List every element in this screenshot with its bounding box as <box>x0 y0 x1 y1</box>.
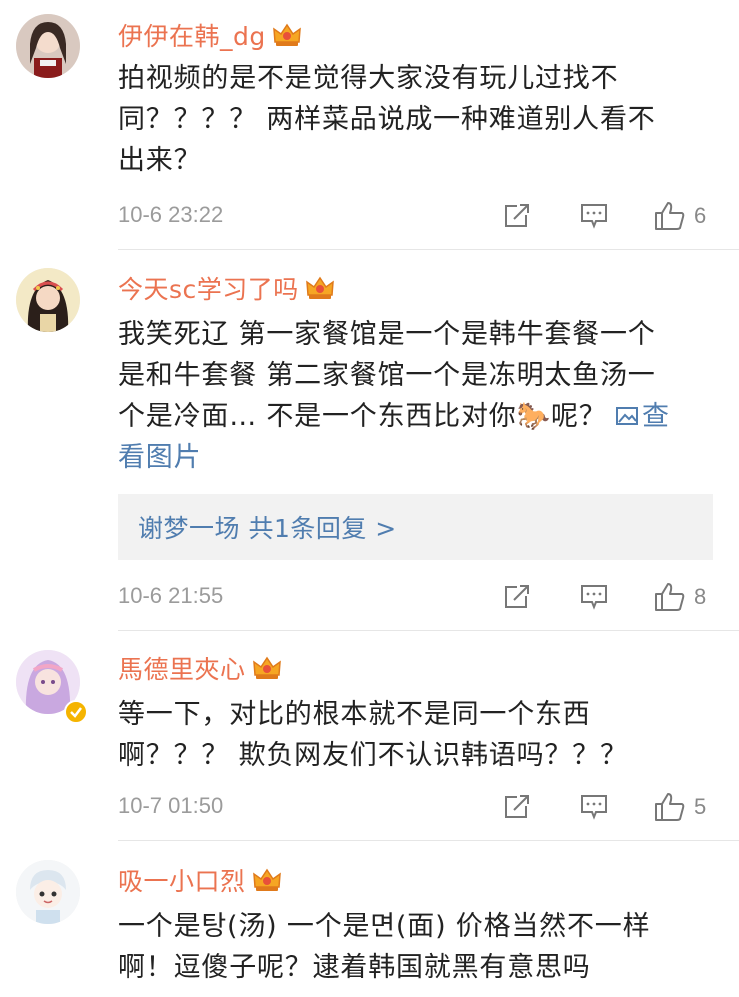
comment-text: 等一下，对比的根本就不是同一个东西 啊？？？ 欺负网友们不认识韩语吗？？？ <box>118 694 718 776</box>
avatar[interactable] <box>16 268 80 332</box>
comment-line: 同？？？？ 两样菜品说成一种难道别人看不 <box>118 104 656 135</box>
comment-button[interactable] <box>580 787 608 827</box>
crown-icon <box>252 867 282 893</box>
comment-icon <box>581 795 607 820</box>
divider <box>118 840 739 841</box>
comment-text: 我笑死辽 第一家餐馆是一个是韩牛套餐一个 是和牛套餐 第二家餐馆一个是冻明太鱼汤… <box>118 314 718 478</box>
share-icon <box>505 204 529 227</box>
username-row: 伊伊在韩_dg <box>118 18 302 52</box>
share-icon <box>505 795 529 818</box>
view-image-label: 查 <box>642 401 670 432</box>
like-button[interactable]: 6 <box>654 196 706 236</box>
avatar[interactable] <box>16 860 80 924</box>
comment-text: 一个是탕(汤) 一个是면(面) 价格当然不一样 啊！逗傻子呢？逮着韩国就黑有意思… <box>118 906 718 988</box>
comment-line: 等一下，对比的根本就不是同一个东西 <box>118 699 591 730</box>
comment-line: 个是冷面… 不是一个东西比对你🐎呢？ 查 <box>118 396 718 437</box>
crown-icon <box>252 655 282 681</box>
timestamp: 10-6 21:55 <box>118 583 224 608</box>
comment-line: 啊？？？ 欺负网友们不认识韩语吗？？？ <box>118 740 628 771</box>
timestamp: 10-6 23:22 <box>118 202 224 227</box>
username[interactable]: 吸一小口烈 <box>118 862 246 898</box>
comment-button[interactable] <box>580 196 608 236</box>
reply-link[interactable]: 谢梦一场 共1条回复 > <box>138 509 397 545</box>
view-image-link[interactable]: 看图片 <box>118 437 718 478</box>
username[interactable]: 伊伊在韩_dg <box>118 17 266 53</box>
comment-button[interactable] <box>580 577 608 617</box>
reply-preview[interactable]: 谢梦一场 共1条回复 > <box>118 494 713 560</box>
share-button[interactable] <box>503 787 531 827</box>
comment-line: 我笑死辽 第一家餐馆是一个是韩牛套餐一个 <box>118 319 656 350</box>
crown-icon <box>272 22 302 48</box>
share-button[interactable] <box>503 196 531 236</box>
username-row: 馬德里夾心 <box>118 651 282 685</box>
like-button[interactable]: 8 <box>654 577 706 617</box>
like-icon <box>655 583 685 611</box>
verified-badge-icon <box>64 700 88 724</box>
username-row: 吸一小口烈 <box>118 863 282 897</box>
comment-line: 啊！逗傻子呢？逮着韩国就黑有意思吗 <box>118 952 591 983</box>
like-icon <box>655 202 685 230</box>
comment-text: 拍视频的是不是觉得大家没有玩儿过找不 同？？？？ 两样菜品说成一种难道别人看不 … <box>118 58 718 181</box>
avatar[interactable] <box>16 14 80 78</box>
share-button[interactable] <box>503 577 531 617</box>
like-count: 6 <box>694 203 707 228</box>
comment-line: 拍视频的是不是觉得大家没有玩儿过找不 <box>118 63 619 94</box>
comment-meta: 10-7 01:50 5 <box>118 787 718 827</box>
picture-icon <box>616 407 638 425</box>
like-button[interactable]: 5 <box>654 787 706 827</box>
comment-meta: 10-6 23:22 6 <box>118 196 718 236</box>
like-count: 8 <box>694 584 707 609</box>
comment-icon <box>581 204 607 229</box>
username[interactable]: 馬德里夾心 <box>118 650 246 686</box>
crown-icon <box>305 275 335 301</box>
divider <box>118 630 739 631</box>
like-icon <box>655 793 685 821</box>
comment-line: 一个是탕(汤) 一个是면(面) 价格当然不一样 <box>118 911 651 942</box>
share-icon <box>505 585 529 608</box>
comment-icon <box>581 585 607 610</box>
divider <box>118 249 739 250</box>
username-row: 今天sc学习了吗 <box>118 271 335 305</box>
username[interactable]: 今天sc学习了吗 <box>118 270 299 306</box>
comment-line-text: 个是冷面… 不是一个东西比对你🐎呢？ <box>118 401 607 432</box>
comment-line: 出来？ <box>118 145 202 176</box>
like-count: 5 <box>694 794 707 819</box>
view-image-link[interactable]: 查 <box>616 401 670 432</box>
comment-line: 是和牛套餐 第二家餐馆一个是冻明太鱼汤一 <box>118 360 656 391</box>
timestamp: 10-7 01:50 <box>118 793 224 818</box>
view-image-label: 看图片 <box>118 442 202 473</box>
comment-meta: 10-6 21:55 8 <box>118 577 718 617</box>
